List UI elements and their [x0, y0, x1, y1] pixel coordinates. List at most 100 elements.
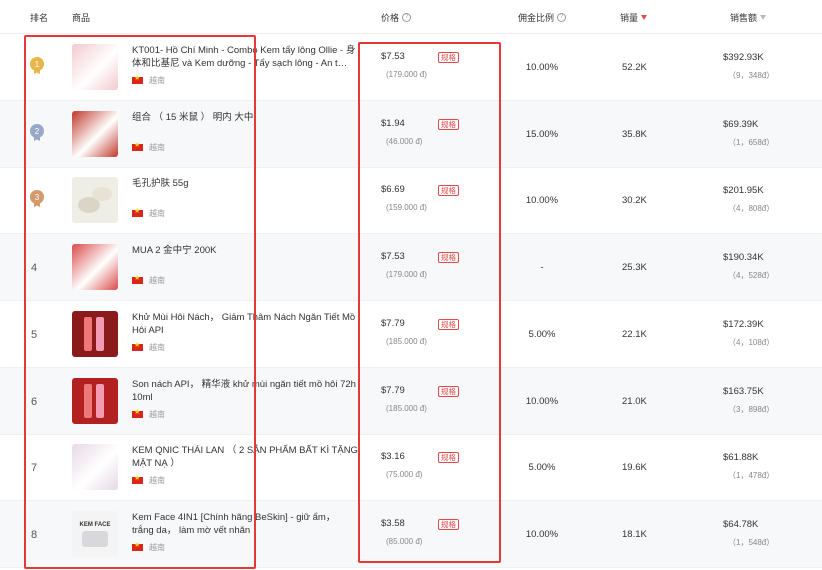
vietnam-flag-icon [132, 207, 143, 217]
sales-amount-sub: （4，108đ） [728, 338, 775, 347]
price-local: (179.000 đ) [386, 70, 427, 79]
rank-medal-icon: 3 [30, 190, 44, 204]
table-row[interactable]: 7 KEM QNIC THÁI LAN （ 2 SẢN PHẨM BẤT KÌ T… [0, 434, 822, 501]
vietnam-flag-icon [132, 341, 143, 351]
product-origin: 越南 [132, 474, 165, 486]
sales-amount: $61.88K [723, 452, 759, 463]
price-value: $7.53 [381, 51, 405, 62]
commission-rate: 10.00% [525, 529, 559, 540]
sales-count: 35.8K [622, 129, 647, 140]
sales-count: 25.3K [622, 262, 647, 273]
sort-desc-icon [641, 15, 648, 20]
product-origin: 越南 [132, 74, 165, 86]
table-header: 排名 商品 价格? 佣金比例? 销量 销售额 [0, 0, 822, 34]
table-row[interactable]: 2 组合 （ 15 米鼠 ） 明内 大中 越南 $1.94 规格 (46.000 đ)… [0, 101, 822, 168]
product-name[interactable]: MUA 2 金中宁 200K [132, 244, 358, 257]
sales-count: 30.2K [622, 195, 647, 206]
product-thumbnail[interactable] [72, 44, 118, 90]
commission-rate: 5.00% [528, 329, 556, 340]
header-sales[interactable]: 销量 [620, 11, 648, 24]
sales-count: 22.1K [622, 329, 647, 340]
table-row[interactable]: 3 毛孔护肤 55g 越南 $6.69 规格 (159.000 đ) 10.00% 30… [0, 167, 822, 234]
product-name[interactable]: Son nách API， 精华液 khử mùi ngăn tiết mồ h… [132, 378, 358, 404]
sales-count: 21.0K [622, 396, 647, 407]
commission-rate: 10.00% [525, 396, 559, 407]
spec-tag[interactable]: 规格 [438, 452, 459, 463]
rank-number: 5 [31, 329, 38, 341]
table-row[interactable]: 4 MUA 2 金中宁 200K 越南 $7.53 规格 (179.000 đ) - 25… [0, 234, 822, 301]
product-thumbnail[interactable] [72, 244, 118, 290]
rank-number: 7 [31, 462, 38, 474]
product-origin: 越南 [132, 141, 165, 153]
price-local: (159.000 đ) [386, 203, 427, 212]
sales-amount: $163.75K [723, 386, 764, 397]
commission-rate: 15.00% [525, 129, 559, 140]
product-name[interactable]: 组合 （ 15 米鼠 ） 明内 大中 [132, 111, 358, 124]
sales-amount: $190.34K [723, 252, 764, 263]
sales-amount: $172.39K [723, 319, 764, 330]
product-thumbnail[interactable] [72, 177, 118, 223]
sort-icon [760, 15, 767, 20]
product-name[interactable]: 毛孔护肤 55g [132, 177, 358, 190]
product-origin: 越南 [132, 274, 165, 286]
header-rank: 排名 [30, 13, 49, 23]
price-value: $3.58 [381, 518, 405, 529]
table-row[interactable]: 5 Khử Mùi Hôi Nách， Giảm Thâm Nách Ngăn … [0, 301, 822, 368]
spec-tag[interactable]: 规格 [438, 119, 459, 130]
spec-tag[interactable]: 规格 [438, 319, 459, 330]
rank-number: 4 [31, 262, 38, 274]
rank-number: 6 [31, 396, 38, 408]
sales-amount-sub: （1，478đ） [728, 471, 775, 480]
spec-tag[interactable]: 规格 [438, 185, 459, 196]
header-amount[interactable]: 销售额 [730, 11, 767, 24]
price-local: (185.000 đ) [386, 337, 427, 346]
price-value: $3.16 [381, 451, 405, 462]
commission-rate: 5.00% [528, 462, 556, 473]
header-commission[interactable]: 佣金比例? [518, 11, 567, 24]
header-product: 商品 [72, 13, 91, 23]
product-thumbnail[interactable] [72, 311, 118, 357]
price-value: $7.79 [381, 385, 405, 396]
table-row[interactable]: 8 KEM FACE Kem Face 4IN1 [Chính hãng BeS… [0, 501, 822, 568]
sales-amount-sub: （1，658đ） [728, 138, 775, 147]
price-value: $7.53 [381, 251, 405, 262]
vietnam-flag-icon [132, 74, 143, 84]
product-thumbnail[interactable] [72, 111, 118, 157]
sales-amount-sub: （4，808đ） [728, 204, 775, 213]
help-icon: ? [402, 13, 412, 22]
product-name[interactable]: KT001- Hồ Chí Minh - Combo Kem tẩy lông … [132, 44, 358, 70]
vietnam-flag-icon [132, 474, 143, 484]
commission-rate: 10.00% [525, 62, 559, 73]
price-local: (75.000 đ) [386, 470, 423, 479]
table-row[interactable]: 6 Son nách API， 精华液 khử mùi ngăn tiết mồ… [0, 368, 822, 435]
product-thumbnail[interactable] [72, 444, 118, 490]
sales-amount: $69.39K [723, 119, 759, 130]
sales-count: 19.6K [622, 462, 647, 473]
spec-tag[interactable]: 规格 [438, 386, 459, 397]
product-thumbnail[interactable]: KEM FACE [72, 511, 118, 557]
vietnam-flag-icon [132, 141, 143, 151]
vietnam-flag-icon [132, 408, 143, 418]
price-local: (179.000 đ) [386, 270, 427, 279]
rank-medal-icon: 2 [30, 124, 44, 138]
product-name[interactable]: KEM QNIC THÁI LAN （ 2 SẢN PHẨM BẤT KÌ TẶ… [132, 444, 358, 470]
product-name[interactable]: Kem Face 4IN1 [Chính hãng BeSkin] - giữ … [132, 511, 358, 537]
spec-tag[interactable]: 规格 [438, 252, 459, 263]
header-price[interactable]: 价格? [381, 11, 412, 24]
price-value: $1.94 [381, 118, 405, 129]
sales-amount: $392.93K [723, 52, 764, 63]
table-row[interactable]: 1 KT001- Hồ Chí Minh - Combo Kem tẩy lông… [0, 34, 822, 101]
sales-amount: $201.95K [723, 185, 764, 196]
price-local: (185.000 đ) [386, 404, 427, 413]
sales-amount-sub: （4，528đ） [728, 271, 775, 280]
sales-amount-sub: （3，898đ） [728, 405, 775, 414]
product-thumbnail[interactable] [72, 378, 118, 424]
vietnam-flag-icon [132, 274, 143, 284]
sales-amount-sub: （9，348đ） [728, 71, 775, 80]
spec-tag[interactable]: 规格 [438, 519, 459, 530]
spec-tag[interactable]: 规格 [438, 52, 459, 63]
price-value: $7.79 [381, 318, 405, 329]
price-value: $6.69 [381, 184, 405, 195]
product-origin: 越南 [132, 341, 165, 353]
product-name[interactable]: Khử Mùi Hôi Nách， Giảm Thâm Nách Ngăn Ti… [132, 311, 358, 337]
